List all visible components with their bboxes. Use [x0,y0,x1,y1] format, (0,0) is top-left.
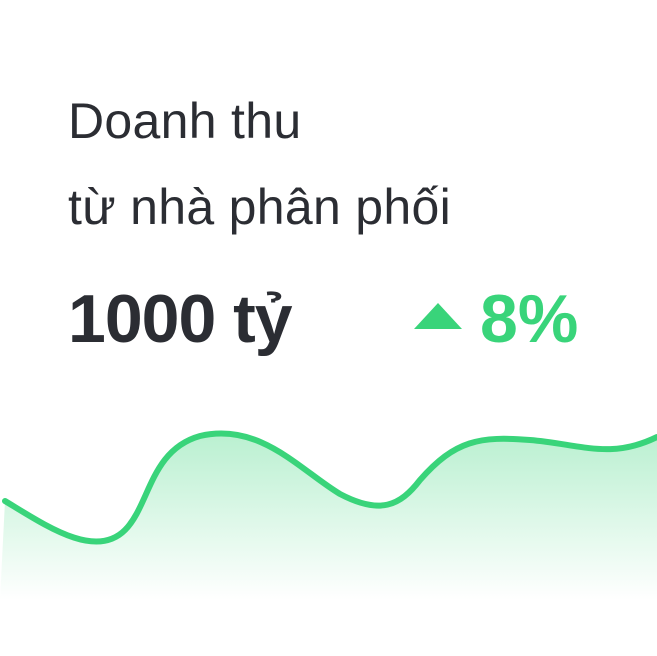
triangle-up-icon [414,303,462,329]
trend-sparkline [0,430,657,600]
revenue-value: 1000 tỷ [68,281,293,357]
card-title: Doanh thu từ nhà phân phối [68,78,451,250]
card-title-line-1: Doanh thu [68,93,302,149]
change-percent: 8% [480,281,579,357]
sparkline-area [0,433,657,600]
change-indicator: 8% [414,276,578,362]
revenue-card: Doanh thu từ nhà phân phối 1000 tỷ 8% [0,0,657,656]
card-title-line-2: từ nhà phân phối [68,179,452,235]
